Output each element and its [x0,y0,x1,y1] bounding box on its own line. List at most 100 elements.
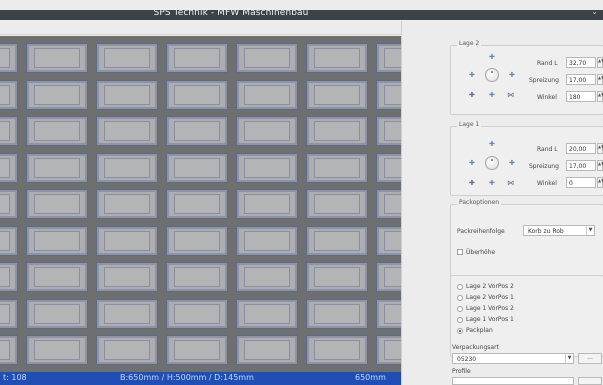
box-tile [376,262,401,292]
mirror-icon[interactable]: ⋈ [507,180,514,187]
profile-browse-button[interactable] [578,377,602,385]
rand-label: Rand L [537,60,558,67]
view-radio-label: Lage 1 VorPos 1 [466,316,514,323]
rand-label: Rand L [537,146,558,153]
chevron-down-icon[interactable]: ⌄ [591,7,598,16]
rand-input[interactable]: 32,70 [566,57,596,68]
move-down-left-icon[interactable]: ✚ [469,180,475,187]
box-tile [96,262,158,292]
box-tile [236,225,298,256]
rand-input[interactable]: 20,00 [566,143,596,154]
view-radio[interactable] [457,317,463,323]
box-tile [166,152,228,183]
rotation-knob[interactable] [485,68,499,82]
winkel-input[interactable]: 0 [566,177,596,188]
arrow-left-icon[interactable]: ✚ [469,160,475,167]
box-tile [306,79,368,110]
arrow-up-icon[interactable]: ✚ [489,141,495,148]
spreizung-input[interactable]: 17,00 [566,160,596,171]
winkel-stepper[interactable]: ▲▼ [597,91,603,102]
box-tile [306,225,368,256]
panel-header [0,21,401,35]
box-tile [0,262,18,292]
ueberhoehe-label: Überhöhe [466,249,496,256]
box-tile [26,262,88,292]
box-tile [0,152,18,183]
packplan-panel: t: 108 B:650mm / H:500mm / D:145mm 650mm [0,21,401,385]
packoptionen-group: Packoptionen Packreihenfolge Korb zu Rob… [450,199,603,286]
box-tile [96,152,158,183]
rotation-knob[interactable] [485,156,499,170]
packreihenfolge-value: Korb zu Rob [528,228,564,235]
winkel-label: Winkel [537,180,557,187]
lage2-legend: Lage 2 [457,40,482,47]
box-tile [376,225,401,256]
view-radio[interactable] [457,306,463,312]
view-radio[interactable] [457,295,463,301]
view-radio-label: Lage 2 VorPos 1 [466,294,514,301]
packreihenfolge-select[interactable]: Korb zu Rob ▼ [523,225,595,236]
box-tile [306,262,368,292]
lage1-legend: Lage 1 [457,121,482,128]
chevron-down-icon: ▼ [586,226,594,235]
move-down-left-icon[interactable]: ✚ [469,92,475,99]
box-tile [0,43,18,73]
status-left: t: 108 [3,373,27,382]
verpackungsart-label: Verpackungsart [452,344,499,351]
box-tile [166,79,228,110]
view-radio[interactable] [457,284,463,290]
window-title: SPS Technik - MFW Maschinenbau [153,8,309,18]
winkel-input[interactable]: 180 [566,91,596,102]
box-tile [376,189,401,219]
spreizung-label: Spreizung [529,77,559,84]
spreizung-stepper[interactable]: ▲▼ [597,74,603,85]
chevron-down-icon: ▼ [565,354,573,363]
rand-stepper[interactable]: ▲▼ [597,143,603,154]
title-bar: SPS Technik - MFW Maschinenbau ⌄ [0,7,603,20]
lage2-group: Lage 2 ✚ ✚ ✚ ✚ ✚ ⋈ Rand L 32,70 ▲▼ Sprei… [450,40,603,115]
rand-stepper[interactable]: ▲▼ [597,57,603,68]
box-tile [26,116,88,146]
box-tile [306,43,368,73]
view-radio[interactable] [457,328,463,334]
verpackungsart-value: 05230 [457,356,477,363]
box-tile [236,116,298,146]
verpackungsart-select[interactable]: 05230 ▼ [452,353,574,364]
box-tile [96,116,158,146]
packplan-viewport[interactable] [0,36,401,372]
box-tile [376,335,401,365]
box-tile [166,298,228,329]
box-tile [96,225,158,256]
spreizung-stepper[interactable]: ▲▼ [597,160,603,171]
box-tile [96,189,158,219]
arrow-right-icon[interactable]: ✚ [509,160,515,167]
box-tile [306,116,368,146]
box-tile [0,225,18,256]
box-tile [0,298,18,329]
arrow-down-icon[interactable]: ✚ [489,92,495,99]
box-tile [376,43,401,73]
arrow-right-icon[interactable]: ✚ [509,72,515,79]
arrow-up-icon[interactable]: ✚ [489,54,495,61]
spreizung-input[interactable]: 17,00 [566,74,596,85]
box-tile [166,189,228,219]
mirror-icon[interactable]: ⋈ [507,92,514,99]
box-tile [26,79,88,110]
verpackungsart-browse-button[interactable]: ... [578,353,602,364]
profile-label: Profile [452,368,471,375]
profile-select[interactable] [452,377,574,385]
arrow-left-icon[interactable]: ✚ [469,72,475,79]
lage1-group: Lage 1 ✚ ✚ ✚ ✚ ✚ ⋈ Rand L 20,00 ▲▼ Sprei… [450,121,603,196]
box-tile [166,43,228,73]
status-bar: t: 108 B:650mm / H:500mm / D:145mm 650mm [0,372,401,385]
box-tile [166,225,228,256]
box-tile [26,225,88,256]
box-tile [376,116,401,146]
settings-panel: Lage 2 ✚ ✚ ✚ ✚ ✚ ⋈ Rand L 32,70 ▲▼ Sprei… [401,21,603,385]
arrow-down-icon[interactable]: ✚ [489,180,495,187]
box-tile [166,335,228,365]
box-tile [376,152,401,183]
winkel-stepper[interactable]: ▲▼ [597,177,603,188]
box-tile [166,262,228,292]
ueberhoehe-checkbox[interactable] [457,249,463,255]
